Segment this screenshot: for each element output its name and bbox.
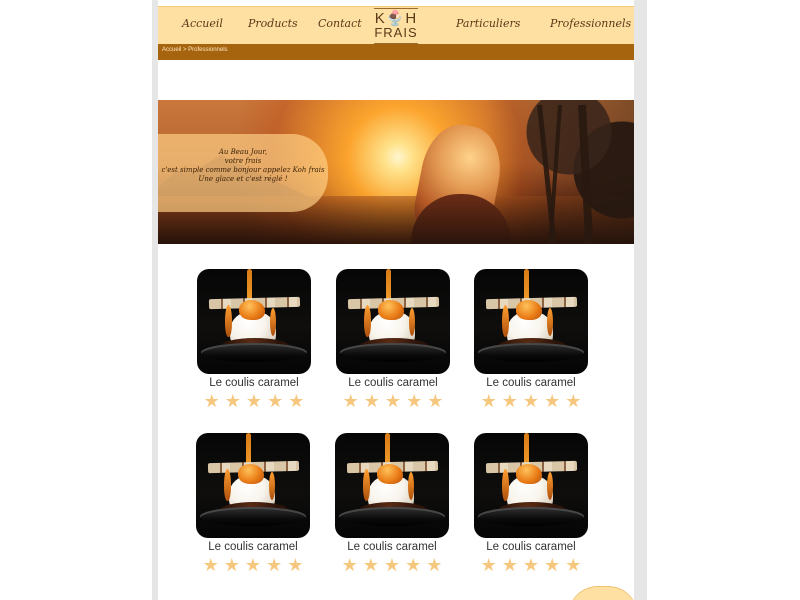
product-rating: ★ ★ ★ ★ ★ xyxy=(340,393,446,411)
star-icon[interactable]: ★ xyxy=(288,393,304,411)
caramel-topping-icon xyxy=(239,300,265,320)
caramel-drip-icon xyxy=(364,305,371,337)
plate-icon xyxy=(478,507,584,526)
star-icon[interactable]: ★ xyxy=(363,557,379,575)
star-icon[interactable]: ★ xyxy=(385,393,401,411)
product-card[interactable]: Le coulis caramel ★ ★ ★ ★ ★ xyxy=(335,433,449,578)
star-icon[interactable]: ★ xyxy=(364,393,380,411)
star-icon[interactable]: ★ xyxy=(565,393,581,411)
product-rating: ★ ★ ★ ★ ★ xyxy=(200,557,306,575)
star-icon[interactable]: ★ xyxy=(523,393,539,411)
star-icon[interactable]: ★ xyxy=(565,557,581,575)
page-canvas: Accueil Products Contact K🍨H FRAIS Parti… xyxy=(158,0,634,600)
caramel-topping-icon xyxy=(377,464,403,484)
star-icon[interactable]: ★ xyxy=(405,557,421,575)
product-title[interactable]: Le coulis caramel xyxy=(474,540,588,554)
plate-icon xyxy=(478,343,584,362)
product-image[interactable] xyxy=(196,433,310,538)
star-icon[interactable]: ★ xyxy=(203,557,219,575)
plate-icon xyxy=(201,343,307,362)
browser-page-shell: Accueil Products Contact K🍨H FRAIS Parti… xyxy=(152,0,647,600)
product-rating: ★ ★ ★ ★ ★ xyxy=(339,557,445,575)
caramel-drip-icon xyxy=(547,308,553,336)
caramel-drip-icon xyxy=(269,472,275,500)
star-icon[interactable]: ★ xyxy=(267,393,283,411)
star-icon[interactable]: ★ xyxy=(502,557,518,575)
caramel-topping-icon xyxy=(378,300,404,320)
caramel-drip-icon xyxy=(502,469,509,501)
star-icon[interactable]: ★ xyxy=(287,557,303,575)
plate-icon xyxy=(340,343,446,362)
star-icon[interactable]: ★ xyxy=(204,393,220,411)
product-image[interactable] xyxy=(197,269,311,374)
star-icon[interactable]: ★ xyxy=(246,393,262,411)
product-rating: ★ ★ ★ ★ ★ xyxy=(201,393,307,411)
caramel-drip-icon xyxy=(409,308,415,336)
star-icon[interactable]: ★ xyxy=(343,393,359,411)
caramel-topping-icon xyxy=(516,464,542,484)
star-icon[interactable]: ★ xyxy=(481,393,497,411)
caramel-drip-icon xyxy=(502,305,509,337)
star-icon[interactable]: ★ xyxy=(426,557,442,575)
product-image[interactable] xyxy=(335,433,449,538)
caramel-drip-icon xyxy=(225,305,232,337)
plate-icon xyxy=(339,507,445,526)
star-icon[interactable]: ★ xyxy=(245,557,261,575)
product-grid: Le coulis caramel ★ ★ ★ ★ ★ Le coulis ca… xyxy=(158,0,634,600)
star-icon[interactable]: ★ xyxy=(523,557,539,575)
star-icon[interactable]: ★ xyxy=(502,393,518,411)
product-title[interactable]: Le coulis caramel xyxy=(197,376,311,390)
product-card[interactable]: Le coulis caramel ★ ★ ★ ★ ★ xyxy=(474,269,588,414)
product-title[interactable]: Le coulis caramel xyxy=(335,540,449,554)
star-icon[interactable]: ★ xyxy=(544,557,560,575)
caramel-drip-icon xyxy=(408,472,414,500)
caramel-topping-icon xyxy=(516,300,542,320)
product-card[interactable]: Le coulis caramel ★ ★ ★ ★ ★ xyxy=(196,433,310,578)
product-image[interactable] xyxy=(336,269,450,374)
star-icon[interactable]: ★ xyxy=(481,557,497,575)
product-image[interactable] xyxy=(474,433,588,538)
product-card[interactable]: Le coulis caramel ★ ★ ★ ★ ★ xyxy=(197,269,311,414)
plate-icon xyxy=(200,507,306,526)
star-icon[interactable]: ★ xyxy=(266,557,282,575)
caramel-drip-icon xyxy=(547,472,553,500)
star-icon[interactable]: ★ xyxy=(224,557,240,575)
caramel-drip-icon xyxy=(363,469,370,501)
product-rating: ★ ★ ★ ★ ★ xyxy=(478,557,584,575)
caramel-topping-icon xyxy=(238,464,264,484)
product-title[interactable]: Le coulis caramel xyxy=(196,540,310,554)
product-title[interactable]: Le coulis caramel xyxy=(474,376,588,390)
product-title[interactable]: Le coulis caramel xyxy=(336,376,450,390)
product-card[interactable]: Le coulis caramel ★ ★ ★ ★ ★ xyxy=(474,433,588,578)
product-image[interactable] xyxy=(474,269,588,374)
star-icon[interactable]: ★ xyxy=(342,557,358,575)
caramel-drip-icon xyxy=(270,308,276,336)
caramel-drip-icon xyxy=(224,469,231,501)
star-icon[interactable]: ★ xyxy=(406,393,422,411)
star-icon[interactable]: ★ xyxy=(384,557,400,575)
star-icon[interactable]: ★ xyxy=(225,393,241,411)
star-icon[interactable]: ★ xyxy=(427,393,443,411)
product-rating: ★ ★ ★ ★ ★ xyxy=(478,393,584,411)
product-card[interactable]: Le coulis caramel ★ ★ ★ ★ ★ xyxy=(336,269,450,414)
star-icon[interactable]: ★ xyxy=(544,393,560,411)
